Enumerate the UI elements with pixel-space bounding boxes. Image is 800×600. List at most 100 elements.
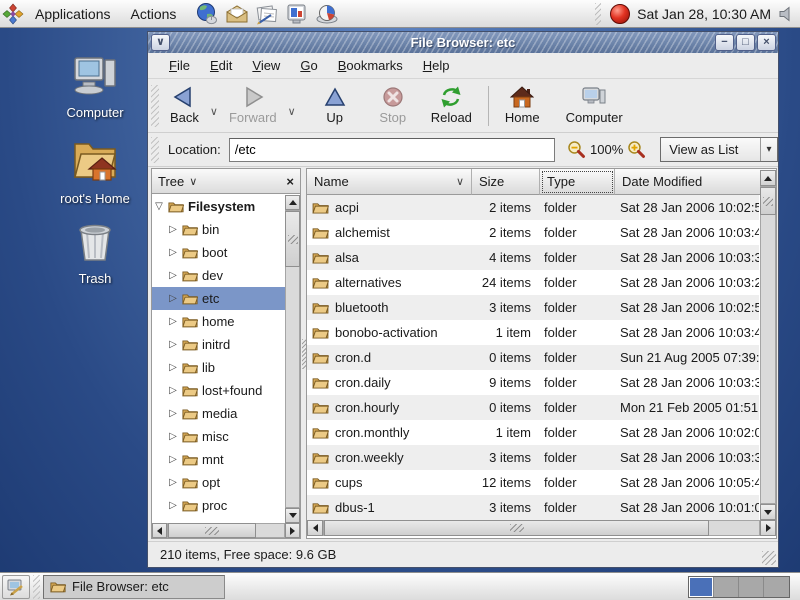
applications-menu[interactable]: Applications — [25, 1, 121, 27]
table-row[interactable]: alsa 4 items folder Sat 28 Jan 2006 10:0… — [307, 245, 759, 270]
desktop-icon-home[interactable]: root's Home — [40, 138, 150, 206]
expander-icon[interactable]: ▷ — [166, 477, 180, 488]
column-header-date-modified[interactable]: Date Modified — [615, 169, 759, 195]
expander-icon[interactable]: ▷ — [166, 224, 180, 235]
up-button[interactable]: Up — [313, 84, 357, 127]
zoom-out-icon[interactable] — [567, 140, 586, 159]
tree-item-filesystem[interactable]: ▽ Filesystem — [152, 195, 285, 218]
tree-item-opt[interactable]: ▷ opt — [152, 471, 285, 494]
tree-item-dev[interactable]: ▷ dev — [152, 264, 285, 287]
stop-button[interactable]: Stop — [371, 84, 415, 127]
back-history-dropdown[interactable]: ∨ — [207, 105, 221, 118]
list-scroll-right-button[interactable] — [760, 520, 776, 536]
tree-item-bin[interactable]: ▷ bin — [152, 218, 285, 241]
close-button[interactable]: × — [757, 34, 776, 51]
forward-button[interactable]: Forward — [221, 84, 285, 127]
tree-item-media[interactable]: ▷ media — [152, 402, 285, 425]
tree-item-lib[interactable]: ▷ lib — [152, 356, 285, 379]
distro-menu-icon[interactable] — [0, 2, 25, 26]
expander-icon[interactable]: ▷ — [166, 500, 180, 511]
locationbar-drag-handle[interactable] — [151, 137, 159, 163]
tree-scrollbar-thumb[interactable] — [285, 211, 300, 267]
expander-icon[interactable]: ▷ — [166, 270, 180, 281]
menu-help[interactable]: Help — [414, 55, 459, 76]
computer-button[interactable]: Computer — [558, 84, 631, 127]
expander-icon[interactable]: ▽ — [152, 201, 166, 212]
maximize-button[interactable]: □ — [736, 34, 755, 51]
alert-notification-icon[interactable] — [610, 4, 630, 24]
show-desktop-button[interactable] — [2, 575, 30, 599]
tree-hscrollbar-thumb[interactable] — [168, 523, 256, 538]
side-pane-chevron-icon[interactable]: ∨ — [189, 175, 197, 188]
menu-bookmarks[interactable]: Bookmarks — [329, 55, 412, 76]
tree-item-mnt[interactable]: ▷ mnt — [152, 448, 285, 471]
list-vertical-scrollbar[interactable] — [760, 186, 776, 504]
back-button[interactable]: Back — [162, 84, 207, 127]
table-row[interactable]: alchemist 2 items folder Sat 28 Jan 2006… — [307, 220, 759, 245]
window-resize-grip[interactable] — [762, 551, 776, 565]
table-row[interactable]: cron.hourly 0 items folder Mon 21 Feb 20… — [307, 395, 759, 420]
clock-applet[interactable]: Sat Jan 28, 10:30 AM — [637, 6, 771, 22]
side-pane-close-icon[interactable]: × — [286, 174, 294, 189]
tree-item-initrd[interactable]: ▷ initrd — [152, 333, 285, 356]
column-header-size[interactable]: Size — [472, 169, 540, 195]
tasklist-drag-handle[interactable] — [33, 575, 40, 599]
expander-icon[interactable]: ▷ — [166, 431, 180, 442]
menu-view[interactable]: View — [243, 55, 289, 76]
word-processor-launcher[interactable] — [254, 2, 279, 26]
side-pane-header[interactable]: Tree ∨ × — [152, 169, 300, 194]
workspace-3[interactable] — [739, 577, 764, 597]
table-row[interactable]: alternatives 24 items folder Sat 28 Jan … — [307, 270, 759, 295]
tree-item-home[interactable]: ▷ home — [152, 310, 285, 333]
tree-scroll-left-button[interactable] — [152, 523, 167, 538]
table-row[interactable]: dbus-1 3 items folder Sat 28 Jan 2006 10… — [307, 495, 759, 520]
tree-scroll-down-button[interactable] — [285, 508, 300, 523]
column-header-name[interactable]: Name ∨ — [307, 169, 472, 195]
forward-history-dropdown[interactable]: ∨ — [285, 105, 299, 118]
zoom-in-icon[interactable] — [627, 140, 646, 159]
expander-icon[interactable]: ▷ — [166, 339, 180, 350]
list-scroll-left-button[interactable] — [307, 520, 323, 536]
workspace-1[interactable] — [689, 577, 714, 597]
tree-item-misc[interactable]: ▷ misc — [152, 425, 285, 448]
list-scrollbar-thumb[interactable] — [760, 187, 776, 215]
speaker-icon[interactable] — [778, 6, 796, 22]
actions-menu[interactable]: Actions — [121, 1, 187, 27]
tree-item-etc[interactable]: ▷ etc — [152, 287, 285, 310]
view-mode-combo[interactable]: View as List ▾ — [660, 137, 778, 162]
expander-icon[interactable]: ▷ — [166, 454, 180, 465]
menu-go[interactable]: Go — [291, 55, 326, 76]
expander-icon[interactable]: ▷ — [166, 385, 180, 396]
spreadsheet-launcher[interactable] — [314, 2, 339, 26]
expander-icon[interactable]: ▷ — [166, 247, 180, 258]
location-input[interactable] — [229, 138, 555, 162]
table-row[interactable]: bluetooth 3 items folder Sat 28 Jan 2006… — [307, 295, 759, 320]
list-scroll-down-button[interactable] — [760, 504, 776, 520]
tree-item-lost-found[interactable]: ▷ lost+found — [152, 379, 285, 402]
tree-scroll-up-button[interactable] — [285, 195, 300, 210]
table-row[interactable]: cron.d 0 items folder Sun 21 Aug 2005 07… — [307, 345, 759, 370]
home-button[interactable]: Home — [497, 84, 548, 127]
reload-button[interactable]: Reload — [423, 84, 480, 127]
workspace-4[interactable] — [764, 577, 789, 597]
tree-item-boot[interactable]: ▷ boot — [152, 241, 285, 264]
desktop-icon-computer[interactable]: Computer — [40, 56, 150, 120]
email-launcher[interactable] — [224, 2, 249, 26]
desktop-icon-trash[interactable]: Trash — [40, 222, 150, 286]
presentation-launcher[interactable] — [284, 2, 309, 26]
task-button-file-browser[interactable]: File Browser: etc — [43, 575, 225, 599]
web-browser-launcher[interactable] — [194, 2, 219, 26]
minimize-button[interactable]: − — [715, 34, 734, 51]
expander-icon[interactable]: ▷ — [166, 316, 180, 327]
combo-arrow-icon[interactable]: ▾ — [760, 138, 777, 161]
table-row[interactable]: acpi 2 items folder Sat 28 Jan 2006 10:0… — [307, 195, 759, 220]
expander-icon[interactable]: ▷ — [166, 408, 180, 419]
expander-icon[interactable]: ▷ — [166, 362, 180, 373]
column-header-type[interactable]: Type — [540, 169, 615, 195]
list-hscrollbar-thumb[interactable] — [324, 520, 709, 536]
tree-item-proc[interactable]: ▷ proc — [152, 494, 285, 517]
table-row[interactable]: cron.weekly 3 items folder Sat 28 Jan 20… — [307, 445, 759, 470]
menu-edit[interactable]: Edit — [201, 55, 241, 76]
workspace-2[interactable] — [714, 577, 739, 597]
table-row[interactable]: cron.monthly 1 item folder Sat 28 Jan 20… — [307, 420, 759, 445]
